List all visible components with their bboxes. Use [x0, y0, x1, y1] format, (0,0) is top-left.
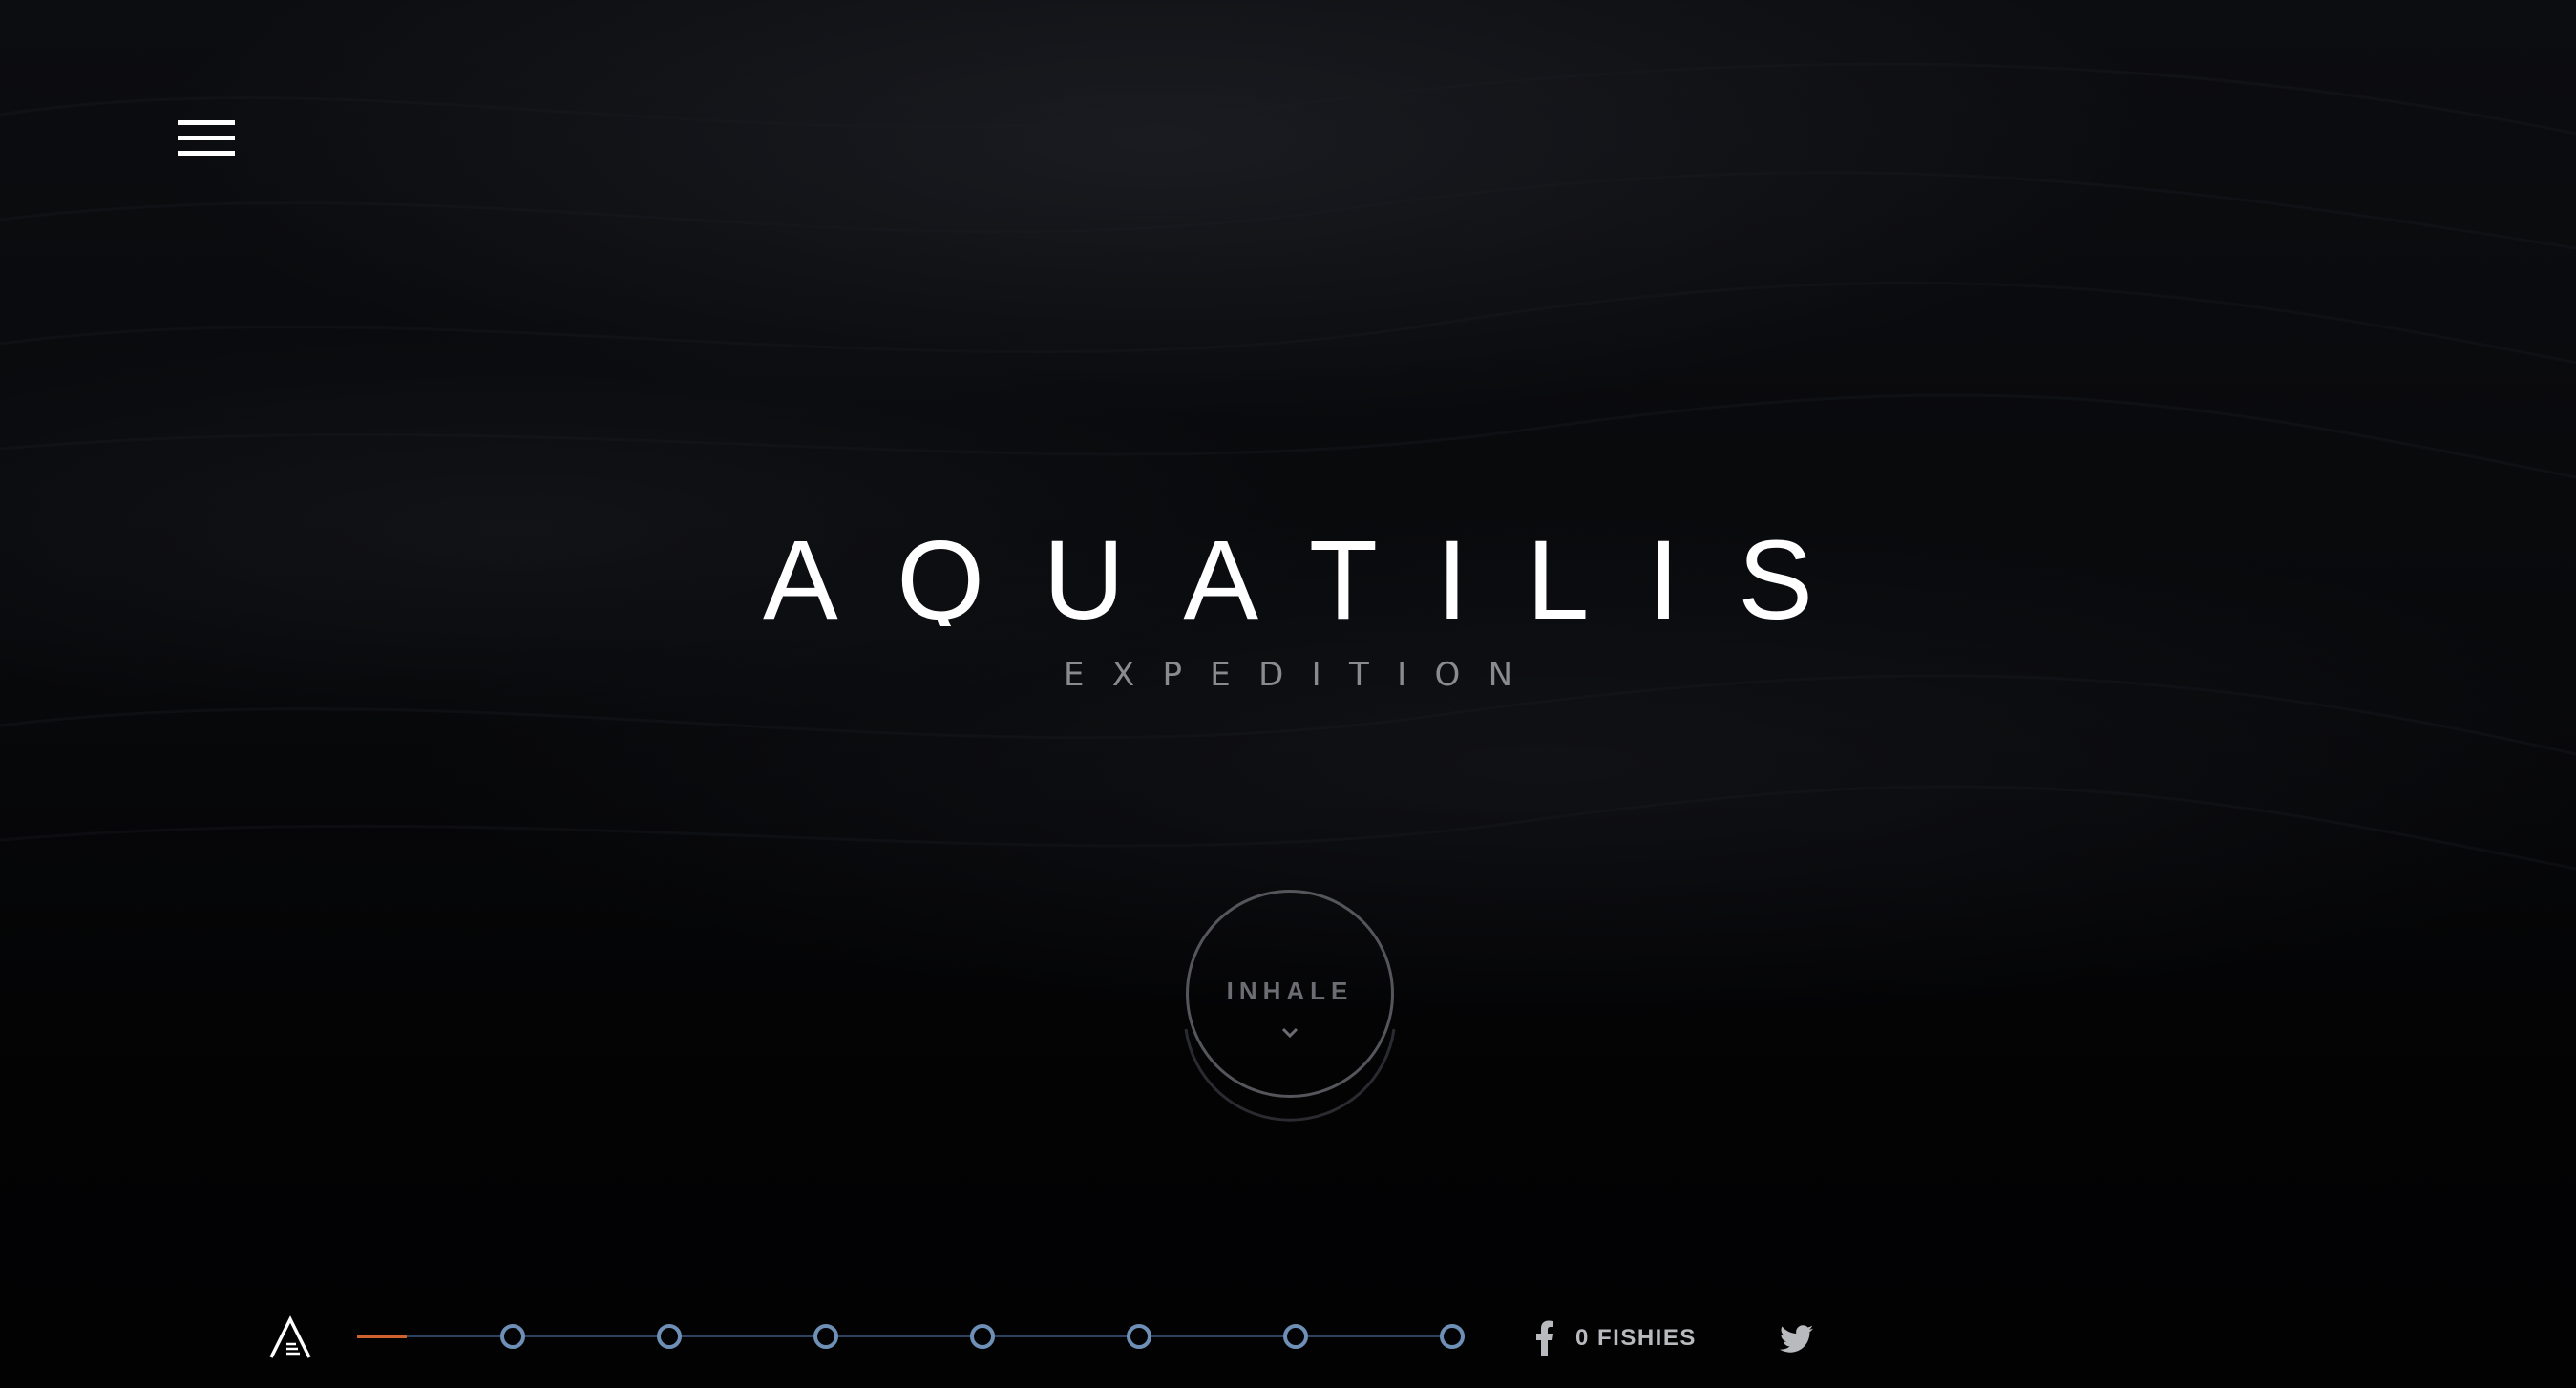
twitter-icon[interactable]: [1780, 1325, 1814, 1354]
hero-title-block: AQUATILIS EXPEDITION: [0, 531, 2576, 693]
fishies-count-label: 0 FISHIES: [1575, 1325, 1697, 1351]
timeline-node-3[interactable]: [813, 1324, 838, 1349]
timeline-node-4[interactable]: [970, 1324, 995, 1349]
hamburger-menu-icon[interactable]: [178, 120, 235, 160]
page-subtitle-text: EXPEDITION: [1064, 656, 1512, 693]
menu-bar: [178, 151, 235, 156]
timeline-node-7[interactable]: [1440, 1324, 1465, 1349]
facebook-icon: [1536, 1320, 1553, 1356]
timeline-node-1[interactable]: [500, 1324, 525, 1349]
timeline-progress: [357, 1335, 407, 1338]
chevron-down-icon: [1281, 1027, 1299, 1039]
inhale-button[interactable]: INHALE: [1186, 890, 1394, 1098]
timeline-node-6[interactable]: [1283, 1324, 1308, 1349]
facebook-share-button[interactable]: 0 FISHIES: [1535, 1319, 1697, 1357]
timeline-node-5[interactable]: [1127, 1324, 1151, 1349]
timeline-node-2[interactable]: [657, 1324, 682, 1349]
chapter-timeline: [357, 1317, 1470, 1356]
page-subtitle: EXPEDITION: [1064, 656, 1512, 693]
water-background: [0, 62, 2576, 871]
menu-bar: [178, 136, 235, 140]
page-title-text: AQUATILIS: [763, 531, 1813, 626]
aquatilis-a-logo-icon[interactable]: [269, 1315, 311, 1359]
menu-bar: [178, 120, 235, 125]
page-title: AQUATILIS: [763, 531, 1813, 626]
inhale-label: INHALE: [1226, 977, 1354, 1005]
